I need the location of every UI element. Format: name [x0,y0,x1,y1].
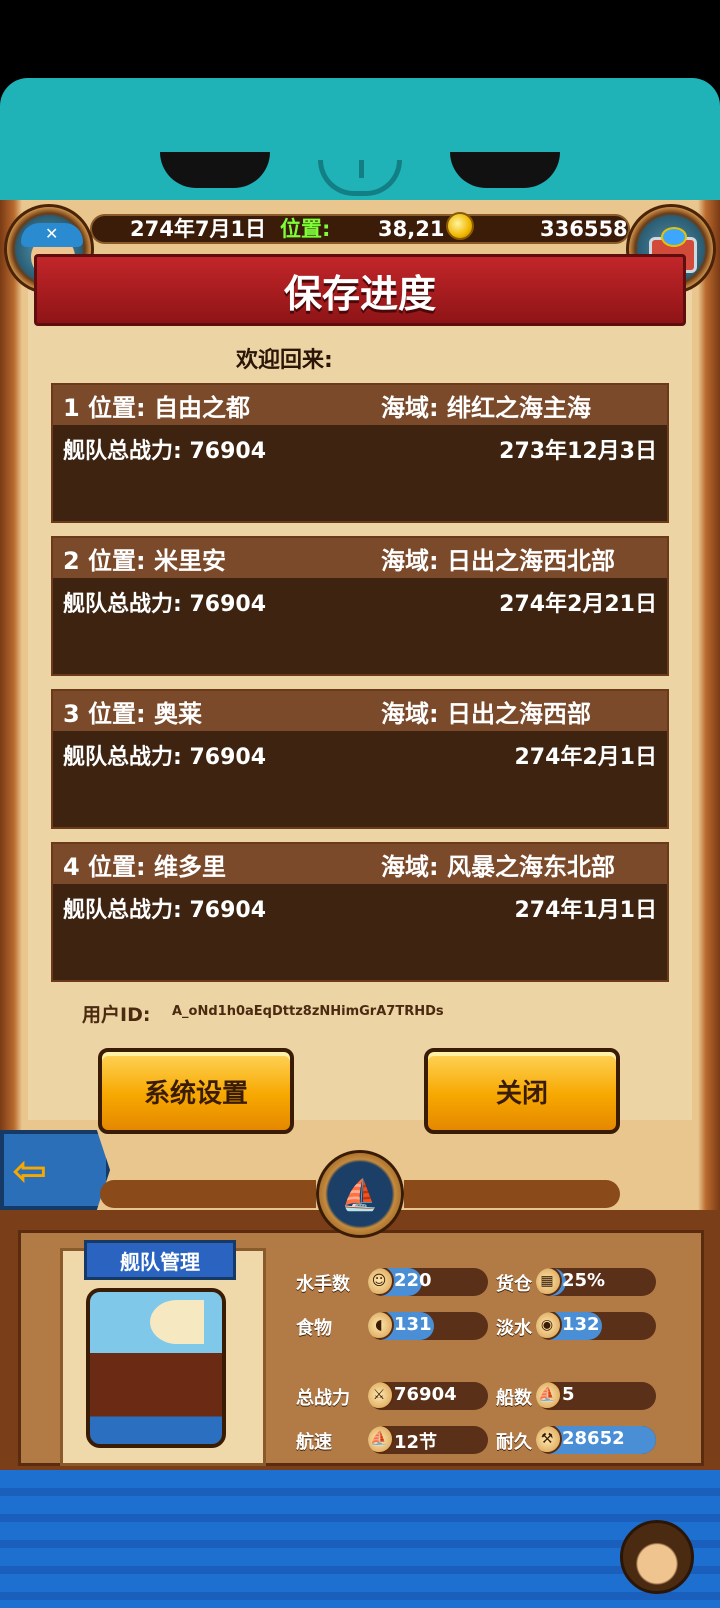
slot-location: 3 位置: 奥莱 [63,700,203,728]
water-value: 132 [562,1314,600,1335]
water-stat: ◉ 132 [536,1312,656,1340]
slot-fleet-power: 舰队总战力: 76904 [63,898,266,923]
gold-amount: 336558 [540,217,628,241]
fleet-stats: 水手数 ☺ 220 货仓 ▦ 25% 食物 ◖ 131 淡水 ◉ 132 总战力… [280,1256,674,1466]
slot-location: 4 位置: 维多里 [63,853,227,881]
welcome-text: 欢迎回来: [236,348,333,373]
game-date: 274年7月1日 [130,217,267,241]
slot-fleet-power: 舰队总战力: 76904 [63,592,266,617]
slot-sea: 海域: 绯红之海主海 [381,394,591,422]
panel-rail-left [100,1180,316,1208]
cargo-value: 25% [562,1270,606,1291]
slot-fleet-power: 舰队总战力: 76904 [63,439,266,464]
sailors-label: 水手数 [296,1274,350,1295]
slot-sea: 海域: 日出之海西部 [381,700,591,728]
user-id-label: 用户ID: [82,1004,151,1026]
position-value: 38,21 [378,217,445,241]
speed-label: 航速 [296,1432,332,1453]
crossed-swords-icon: ⚔ [368,1382,394,1410]
ships-stat: ⛵ 5 [536,1382,656,1410]
durability-value: 28652 [562,1428,625,1449]
save-slot-1[interactable]: 1 位置: 自由之都 海域: 绯红之海主海 舰队总战力: 76904 273年1… [51,383,669,523]
fleet-management-title: 舰队管理 [84,1240,236,1280]
slot-date: 273年12月3日 [499,439,657,464]
ships-value: 5 [562,1384,575,1405]
durability-label: 耐久 [496,1432,532,1453]
slot-fleet-power: 舰队总战力: 76904 [63,745,266,770]
slot-sea: 海域: 风暴之海东北部 [381,853,615,881]
sail-speed-icon: ⛵ [368,1426,394,1454]
slot-location: 1 位置: 自由之都 [63,394,251,422]
advisor-avatar-icon[interactable] [620,1520,694,1594]
power-stat: ⚔ 76904 [368,1382,488,1410]
panel-rail-right [404,1180,620,1208]
ships-label: 船数 [496,1388,532,1409]
coin-icon [446,212,474,240]
save-slot-2[interactable]: 2 位置: 米里安 海域: 日出之海西北部 舰队总战力: 76904 274年2… [51,536,669,676]
sea-background [0,1470,720,1608]
slot-date: 274年1月1日 [514,898,657,923]
chest-gem [661,227,687,247]
close-button[interactable]: 关闭 [424,1048,620,1134]
ship-count-icon: ⛵ [536,1382,562,1410]
food-value: 131 [394,1314,432,1335]
power-value: 76904 [394,1384,457,1405]
slot-date: 274年2月1日 [514,745,657,770]
cargo-stat: ▦ 25% [536,1268,656,1296]
speed-stat: ⛵ 12节 [368,1426,488,1454]
save-slot-3[interactable]: 3 位置: 奥莱 海域: 日出之海西部 舰队总战力: 76904 274年2月1… [51,689,669,829]
durability-stat: ⚒ 28652 [536,1426,656,1454]
save-slot-4[interactable]: 4 位置: 维多里 海域: 风暴之海东北部 舰队总战力: 76904 274年1… [51,842,669,982]
user-id-value: A_oNd1h0aEqDttz8zNHimGrA7TRHDs [172,1004,444,1019]
slot-sea: 海域: 日出之海西北部 [381,547,615,575]
food-label: 食物 [296,1318,332,1339]
slot-date: 274年2月21日 [499,592,657,617]
position-label: 位置: [280,217,331,241]
system-settings-button[interactable]: 系统设置 [98,1048,294,1134]
water-label: 淡水 [496,1318,532,1339]
speed-value: 12节 [394,1432,438,1453]
dialog-title: 保存进度 [283,272,436,316]
sailors-stat: ☺ 220 [368,1268,488,1296]
ship-sail [150,1300,204,1344]
avatar-hat [21,223,83,247]
sailors-value: 220 [394,1270,432,1291]
back-arrow-icon: ⇦ [12,1146,48,1195]
power-label: 总战力 [296,1388,350,1409]
food-stat: ◖ 131 [368,1312,488,1340]
boat-icon: ⛵ [341,1178,379,1213]
cargo-label: 货仓 [496,1274,532,1295]
slot-location: 2 位置: 米里安 [63,547,227,575]
